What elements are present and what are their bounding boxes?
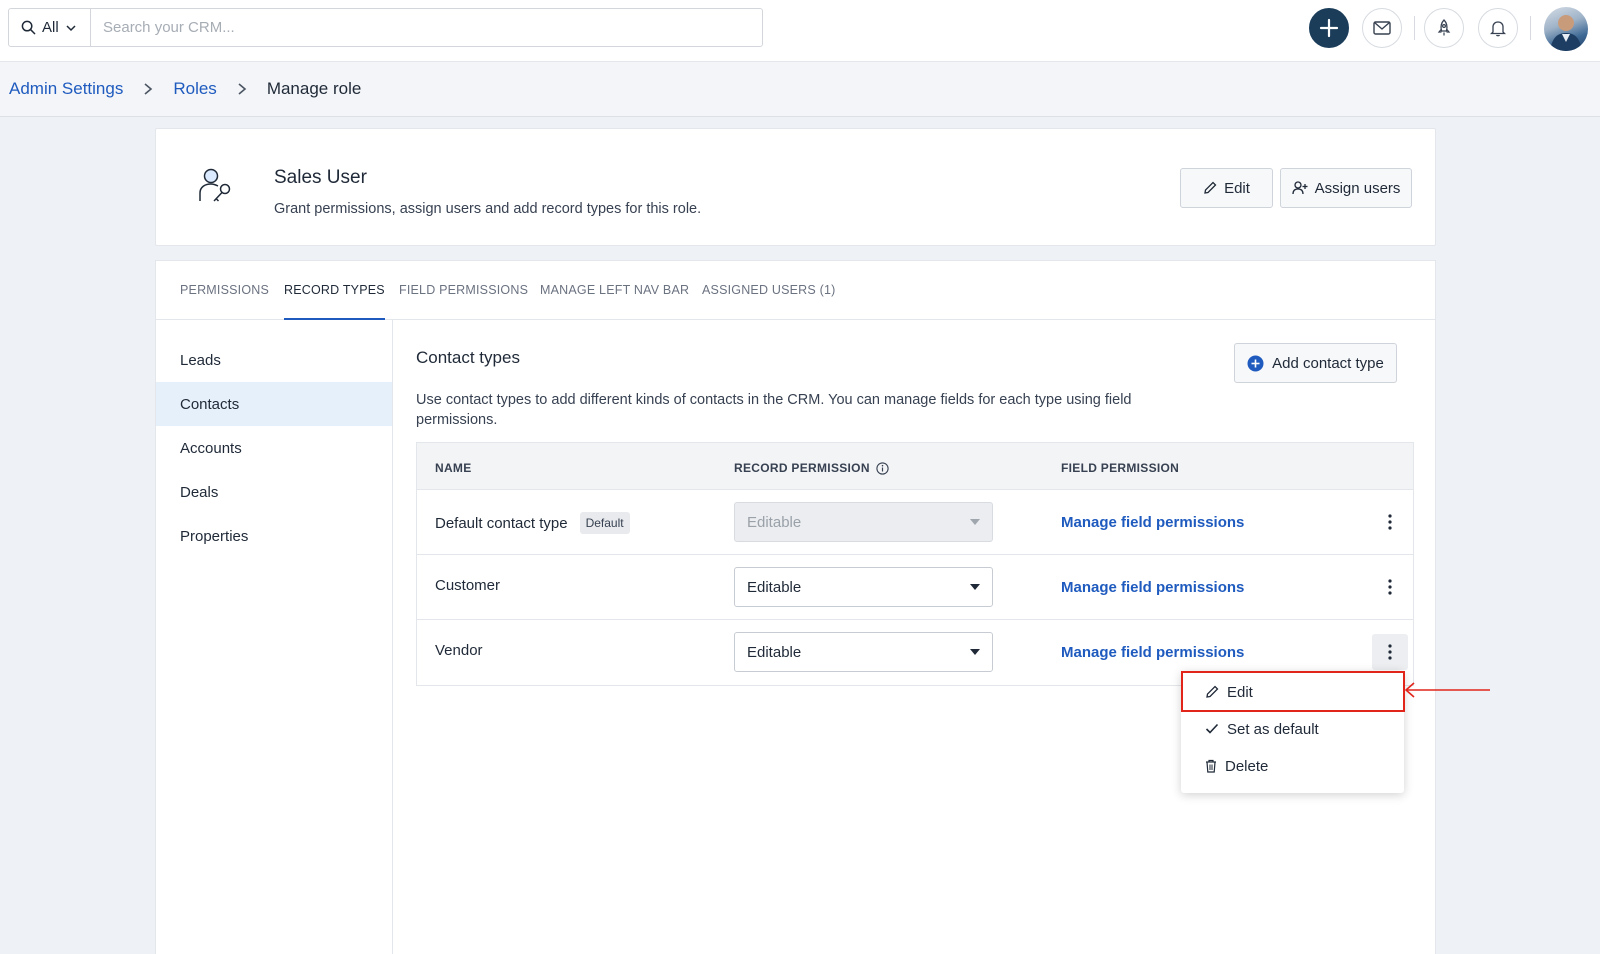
caret-down-icon <box>970 649 980 655</box>
contact-type-name: Vendor <box>435 642 483 659</box>
breadcrumb-current: Manage role <box>266 79 362 98</box>
role-header-card: Sales User Grant permissions, assign use… <box>155 128 1436 246</box>
nav-item-deals[interactable]: Deals <box>156 470 392 514</box>
record-permission-value: Editable <box>747 578 802 596</box>
default-badge: Default <box>579 512 630 534</box>
row-actions-button[interactable] <box>1372 634 1408 670</box>
contact-type-name: Default contact type Default <box>435 512 630 534</box>
tab-bar: PERMISSIONS RECORD TYPES FIELD PERMISSIO… <box>156 261 1435 320</box>
more-vertical-icon <box>1388 579 1392 595</box>
check-icon <box>1205 723 1219 734</box>
create-button[interactable] <box>1309 8 1349 48</box>
divider <box>1530 16 1531 40</box>
tab-permissions[interactable]: PERMISSIONS <box>180 283 269 320</box>
table-header: NAME RECORD PERMISSION FIELD PERMISSION <box>417 443 1413 490</box>
mail-button[interactable] <box>1362 8 1402 48</box>
add-contact-type-button[interactable]: Add contact type <box>1234 343 1397 383</box>
chevron-right-icon <box>237 82 247 96</box>
table-row: Customer Editable Manage field permissio… <box>417 555 1413 620</box>
mail-icon <box>1373 21 1391 35</box>
chevron-right-icon <box>143 82 153 96</box>
role-description: Grant permissions, assign users and add … <box>274 201 702 217</box>
bell-icon <box>1490 21 1506 37</box>
search-scope-label: All <box>42 19 59 36</box>
column-header-record-permission: RECORD PERMISSION <box>734 461 889 475</box>
table-row: Default contact type Default Editable Ma… <box>417 490 1413 555</box>
menu-item-set-as-default[interactable]: Set as default <box>1181 711 1404 747</box>
menu-item-set-as-default-label: Set as default <box>1227 720 1319 738</box>
section-description: Use contact types to add different kinds… <box>416 392 1132 428</box>
column-header-name: NAME <box>435 461 472 475</box>
column-header-field-permission-label: FIELD PERMISSION <box>1061 461 1180 475</box>
plus-circle-icon <box>1247 355 1264 371</box>
role-settings-panel: PERMISSIONS RECORD TYPES FIELD PERMISSIO… <box>155 260 1436 954</box>
section-title: Contact types <box>416 348 520 367</box>
search-icon <box>21 20 36 35</box>
nav-item-properties[interactable]: Properties <box>156 514 392 558</box>
row-actions-button[interactable] <box>1372 504 1408 540</box>
search-scope-dropdown[interactable]: All <box>9 9 91 46</box>
edit-role-label: Edit <box>1224 179 1250 197</box>
search-input[interactable] <box>91 9 762 46</box>
row-actions-button[interactable] <box>1372 569 1408 605</box>
role-title: Sales User <box>274 167 367 188</box>
caret-down-icon <box>970 519 980 525</box>
row-actions-menu: Edit Set as default Delete <box>1181 671 1404 793</box>
record-permission-select[interactable]: Editable <box>734 567 993 607</box>
contact-type-name-label: Default contact type <box>435 514 568 532</box>
record-permission-select: Editable <box>734 502 993 542</box>
contact-types-table: NAME RECORD PERMISSION FIELD PERMISSION … <box>416 442 1414 686</box>
menu-item-delete[interactable]: Delete <box>1181 748 1404 784</box>
more-vertical-icon <box>1388 644 1392 660</box>
user-key-icon <box>196 167 234 210</box>
divider <box>1414 16 1415 40</box>
tab-manage-left-nav-bar[interactable]: MANAGE LEFT NAV BAR <box>540 283 689 320</box>
contact-type-name-label: Customer <box>435 577 501 594</box>
more-vertical-icon <box>1388 514 1392 530</box>
nav-item-leads[interactable]: Leads <box>156 338 392 382</box>
plus-icon <box>1319 18 1339 38</box>
tab-field-permissions[interactable]: FIELD PERMISSIONS <box>399 283 528 320</box>
nav-item-contacts[interactable]: Contacts <box>156 382 392 426</box>
pencil-icon <box>1206 685 1219 698</box>
record-permission-value: Editable <box>747 643 802 661</box>
breadcrumb: Admin Settings Roles Manage role <box>0 62 1600 117</box>
chevron-down-icon <box>66 24 76 31</box>
manage-field-permissions-link[interactable]: Manage field permissions <box>1061 514 1244 531</box>
menu-item-delete-label: Delete <box>1225 757 1269 775</box>
record-permission-select[interactable]: Editable <box>734 632 993 672</box>
user-avatar[interactable] <box>1544 7 1588 51</box>
assign-users-label: Assign users <box>1314 179 1401 197</box>
contact-type-name: Customer <box>435 577 500 594</box>
add-user-icon <box>1291 181 1308 195</box>
tab-record-types[interactable]: RECORD TYPES <box>284 283 385 320</box>
record-permission-value: Editable <box>747 513 802 531</box>
rocket-button[interactable] <box>1424 8 1464 48</box>
add-contact-type-label: Add contact type <box>1272 354 1384 372</box>
nav-item-accounts[interactable]: Accounts <box>156 426 392 470</box>
caret-down-icon <box>970 584 980 590</box>
edit-role-button[interactable]: Edit <box>1180 168 1273 208</box>
pencil-icon <box>1204 181 1217 194</box>
manage-field-permissions-link[interactable]: Manage field permissions <box>1061 579 1244 596</box>
breadcrumb-roles[interactable]: Roles <box>173 79 216 99</box>
notifications-button[interactable] <box>1478 8 1518 48</box>
contact-type-name-label: Vendor <box>435 642 483 659</box>
global-search: All <box>8 8 763 47</box>
column-header-field-permission: FIELD PERMISSION <box>1061 461 1179 475</box>
info-icon[interactable] <box>876 461 889 475</box>
rocket-icon <box>1437 19 1451 36</box>
record-type-nav: Leads Contacts Accounts Deals Properties <box>156 320 393 954</box>
menu-item-edit[interactable]: Edit <box>1181 674 1404 710</box>
top-bar: All <box>0 0 1600 62</box>
column-header-record-permission-label: RECORD PERMISSION <box>734 461 870 475</box>
breadcrumb-admin-settings[interactable]: Admin Settings <box>9 79 123 99</box>
avatar-photo <box>1550 15 1582 51</box>
trash-icon <box>1206 759 1216 773</box>
tab-assigned-users[interactable]: ASSIGNED USERS (1) <box>702 283 836 320</box>
menu-item-edit-label: Edit <box>1227 683 1253 701</box>
manage-field-permissions-link[interactable]: Manage field permissions <box>1061 644 1244 661</box>
column-header-name-label: NAME <box>435 461 472 475</box>
assign-users-button[interactable]: Assign users <box>1280 168 1412 208</box>
